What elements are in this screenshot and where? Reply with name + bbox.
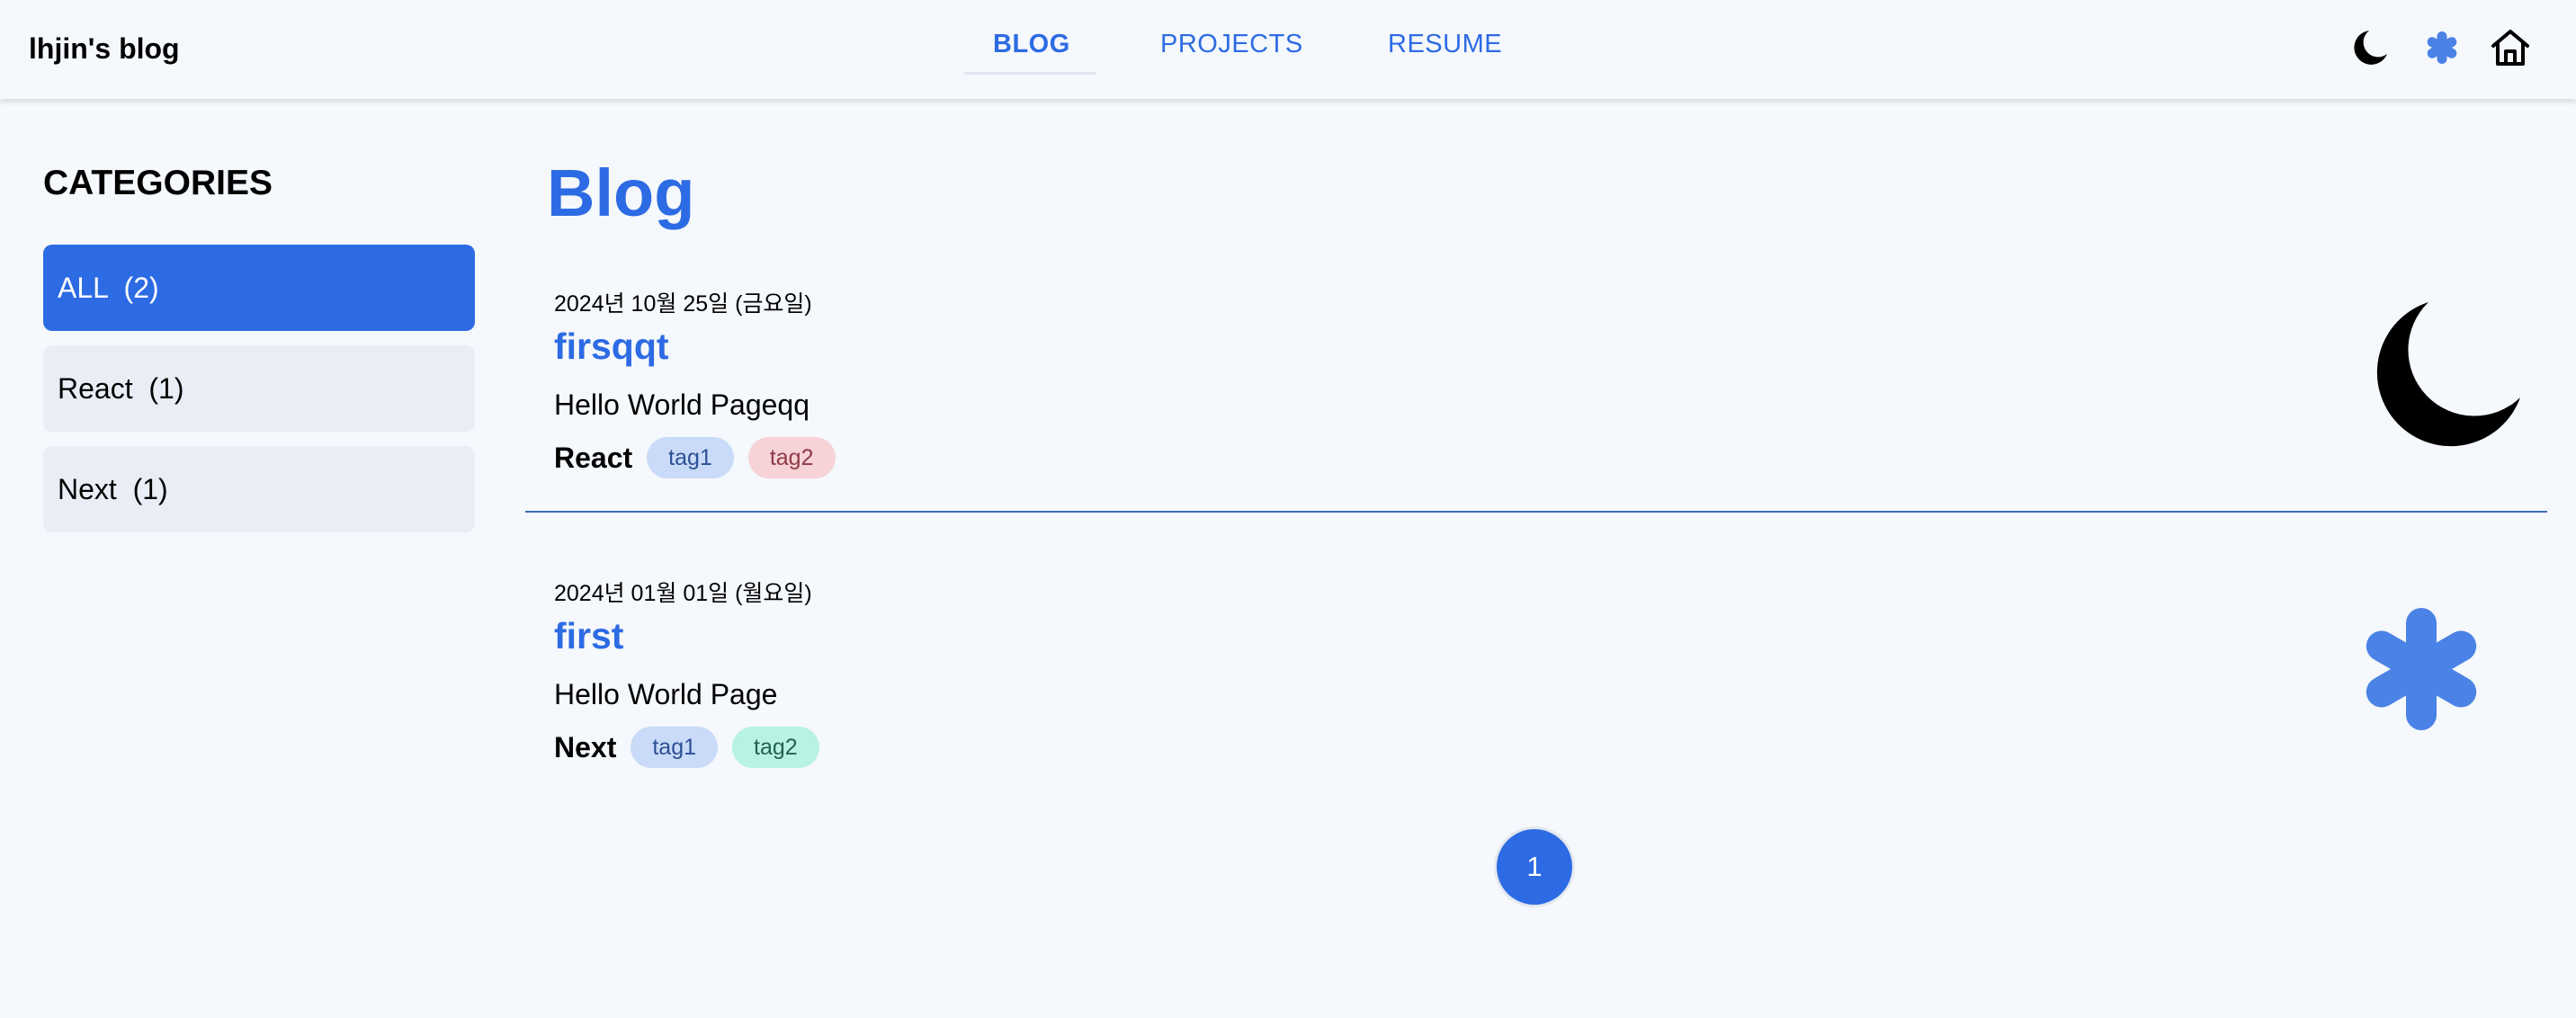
tag-chip[interactable]: tag2 [732, 727, 819, 768]
post-title[interactable]: firsqqt [554, 326, 669, 368]
post-date: 2024년 10월 25일 (금요일) [554, 291, 812, 317]
nav-resume[interactable]: RESUME [1388, 30, 1502, 59]
category-next[interactable]: Next (1) [43, 446, 475, 532]
home-icon[interactable] [2490, 27, 2531, 68]
post-item[interactable]: 2024년 10월 25일 (금요일) firsqqt Hello World … [554, 286, 2533, 556]
page-title: Blog [547, 156, 695, 230]
category-react[interactable]: React (1) [43, 345, 475, 432]
tag-chip[interactable]: tag1 [631, 727, 719, 768]
asterisk-icon[interactable] [2421, 27, 2463, 68]
tag-chip[interactable]: tag1 [647, 437, 734, 478]
nav-blog[interactable]: BLOG [993, 30, 1070, 59]
site-title[interactable]: lhjin's blog [29, 32, 180, 66]
pagination-page-1[interactable]: 1 [1497, 829, 1572, 905]
post-date: 2024년 01월 01일 (월요일) [554, 581, 812, 606]
post-divider [525, 511, 2547, 513]
nav-projects[interactable]: PROJECTS [1160, 30, 1303, 59]
asterisk-icon [2366, 608, 2477, 730]
post-description: Hello World Page [554, 678, 778, 710]
top-navbar: lhjin's blog BLOG PROJECTS RESUME [0, 0, 2576, 99]
category-all[interactable]: ALL (2) [43, 245, 475, 331]
moon-icon[interactable] [2349, 27, 2391, 68]
post-item[interactable]: 2024년 01월 01일 (월요일) first Hello World Pa… [554, 576, 2533, 845]
moon-icon [2376, 302, 2520, 447]
nav-active-underline [964, 72, 1096, 75]
post-description: Hello World Pageqq [554, 388, 810, 421]
post-meta: React tag1 tag2 [554, 437, 850, 478]
post-title[interactable]: first [554, 615, 623, 657]
post-meta: Next tag1 tag2 [554, 727, 834, 768]
tag-chip[interactable]: tag2 [747, 437, 836, 478]
post-category: React [554, 441, 633, 474]
categories-heading: CATEGORIES [43, 164, 273, 202]
categories-sidebar: CATEGORIES ALL (2) React (1) Next (1) [43, 153, 475, 532]
post-category: Next [554, 730, 617, 764]
